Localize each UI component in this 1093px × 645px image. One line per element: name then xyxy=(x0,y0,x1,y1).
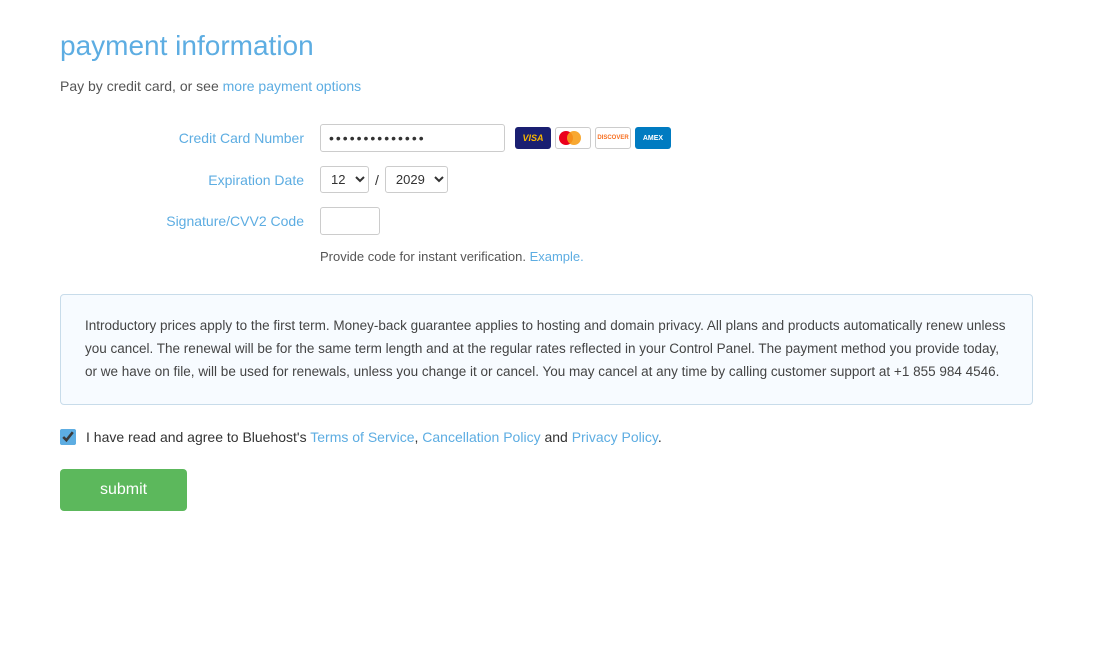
page-title: payment information xyxy=(60,30,1033,62)
visa-icon: VISA xyxy=(515,127,551,149)
cvv-input[interactable] xyxy=(320,207,380,235)
more-payment-options-link[interactable]: more payment options xyxy=(223,78,362,94)
privacy-link[interactable]: Privacy Policy xyxy=(572,429,658,445)
payment-form: Credit Card Number VISA DISCOVER xyxy=(60,124,1033,264)
credit-card-input[interactable] xyxy=(320,124,505,152)
card-icons: VISA DISCOVER AMEX xyxy=(515,127,671,149)
credit-card-row: Credit Card Number VISA DISCOVER xyxy=(60,124,1033,152)
agree-and: and xyxy=(544,429,571,445)
discover-icon: DISCOVER xyxy=(595,127,631,149)
expiration-row: Expiration Date 01 02 03 04 05 06 07 08 … xyxy=(60,166,1033,193)
cvv-hint-label: Provide code for instant verification. xyxy=(320,249,526,264)
credit-card-label: Credit Card Number xyxy=(60,130,320,146)
amex-icon: AMEX xyxy=(635,127,671,149)
agree-checkbox[interactable] xyxy=(60,429,76,445)
credit-card-field: VISA DISCOVER AMEX xyxy=(320,124,671,152)
submit-button[interactable]: submit xyxy=(60,469,187,511)
expiration-separator: / xyxy=(375,172,379,188)
cvv-row: Signature/CVV2 Code xyxy=(60,207,1033,235)
expiration-month-select[interactable]: 01 02 03 04 05 06 07 08 09 10 11 12 xyxy=(320,166,369,193)
info-box: Introductory prices apply to the first t… xyxy=(60,294,1033,405)
subtitle: Pay by credit card, or see more payment … xyxy=(60,78,1033,94)
expiration-label: Expiration Date xyxy=(60,172,320,188)
agree-period: . xyxy=(658,429,662,445)
mastercard-icon xyxy=(555,127,591,149)
info-box-text: Introductory prices apply to the first t… xyxy=(85,315,1008,384)
agreement-row: I have read and agree to Bluehost's Term… xyxy=(60,429,1033,445)
cancellation-link[interactable]: Cancellation Policy xyxy=(422,429,540,445)
expiration-year-select[interactable]: 2024 2025 2026 2027 2028 2029 2030 2031 … xyxy=(385,166,448,193)
cvv-label: Signature/CVV2 Code xyxy=(60,213,320,229)
subtitle-text: Pay by credit card, or see xyxy=(60,78,223,94)
expiration-field: 01 02 03 04 05 06 07 08 09 10 11 12 / 20… xyxy=(320,166,448,193)
cvv-hint-text: Provide code for instant verification. E… xyxy=(320,249,1033,264)
cvv-example-link[interactable]: Example. xyxy=(530,249,584,264)
tos-link[interactable]: Terms of Service xyxy=(310,429,414,445)
agree-prefix: I have read and agree to Bluehost's xyxy=(86,429,310,445)
cvv-field xyxy=(320,207,380,235)
agree-separator: , xyxy=(415,429,419,445)
agree-text: I have read and agree to Bluehost's Term… xyxy=(86,429,662,445)
